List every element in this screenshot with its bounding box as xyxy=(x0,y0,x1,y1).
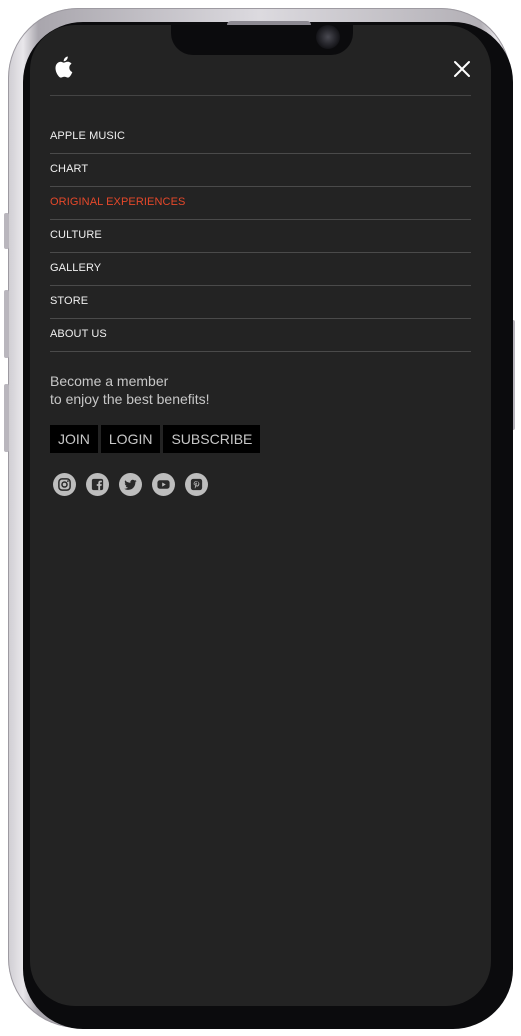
close-icon[interactable] xyxy=(450,57,474,81)
menu-item-store[interactable]: STORE xyxy=(50,286,471,319)
menu-item-label[interactable]: STORE xyxy=(50,295,88,307)
menu-item-label[interactable]: GALLERY xyxy=(50,262,101,274)
account-actions: JOIN LOGIN SUBSCRIBE xyxy=(50,425,261,453)
screen: APPLE MUSIC CHART ORIGINAL EXPERIENCES C… xyxy=(30,25,491,1006)
promo-line-1: Become a member xyxy=(50,373,169,389)
subscribe-button[interactable]: SUBSCRIBE xyxy=(163,425,261,453)
instagram-icon[interactable] xyxy=(53,473,76,496)
header-divider xyxy=(50,95,471,96)
menu-item-label[interactable]: ORIGINAL EXPERIENCES xyxy=(50,196,185,208)
menu-item-gallery[interactable]: GALLERY xyxy=(50,253,471,286)
menu-item-label[interactable]: CHART xyxy=(50,163,88,175)
social-links xyxy=(53,473,208,496)
join-button[interactable]: JOIN xyxy=(50,425,98,453)
menu-item-label[interactable]: APPLE MUSIC xyxy=(50,130,125,142)
membership-promo: Become a member to enjoy the best benefi… xyxy=(50,372,210,408)
apple-logo-icon[interactable] xyxy=(53,55,73,79)
main-menu: APPLE MUSIC CHART ORIGINAL EXPERIENCES C… xyxy=(50,121,471,352)
youtube-icon[interactable] xyxy=(152,473,175,496)
menu-item-original-experiences[interactable]: ORIGINAL EXPERIENCES xyxy=(50,187,471,220)
menu-item-apple-music[interactable]: APPLE MUSIC xyxy=(50,121,471,154)
volume-down-button xyxy=(4,384,9,452)
front-camera xyxy=(316,25,340,49)
twitter-icon[interactable] xyxy=(119,473,142,496)
promo-line-2: to enjoy the best benefits! xyxy=(50,391,210,407)
phone-frame: APPLE MUSIC CHART ORIGINAL EXPERIENCES C… xyxy=(4,8,515,1029)
menu-item-label[interactable]: CULTURE xyxy=(50,229,102,241)
menu-item-chart[interactable]: CHART xyxy=(50,154,471,187)
facebook-icon[interactable] xyxy=(86,473,109,496)
mute-switch xyxy=(4,213,9,249)
menu-item-culture[interactable]: CULTURE xyxy=(50,220,471,253)
pinterest-icon[interactable] xyxy=(185,473,208,496)
menu-item-about-us[interactable]: ABOUT US xyxy=(50,319,471,352)
login-button[interactable]: LOGIN xyxy=(100,425,161,453)
menu-item-label[interactable]: ABOUT US xyxy=(50,328,107,340)
volume-up-button xyxy=(4,290,9,358)
